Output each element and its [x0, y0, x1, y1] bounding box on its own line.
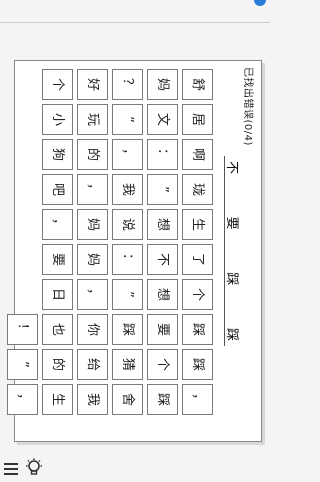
grid-cell[interactable]: 给	[77, 349, 108, 380]
grid-cell[interactable]: ”	[147, 174, 178, 205]
grid-cell[interactable]: ，	[112, 139, 143, 170]
grid-cell[interactable]: ，	[77, 279, 108, 310]
grid-cell[interactable]: 的	[77, 139, 108, 170]
character-grid: 舒居啊珑生了个踩踩，妈文：” 想不想要个踩？”，我说：” 踩猜舍好玩的，妈妈，你给我…	[7, 69, 213, 415]
grid-cell[interactable]: ，	[7, 384, 38, 415]
grid-cell[interactable]: 文	[147, 104, 178, 135]
grid-cell[interactable]: 踩	[182, 349, 213, 380]
lightbulb-icon[interactable]	[24, 458, 44, 478]
grid-cell[interactable]: 你	[77, 314, 108, 345]
grid-cell[interactable]: 踩	[182, 314, 213, 345]
puzzle-sheet: 已找出错误(0/4) 不 要 踩 踩 舒居啊珑生了个踩踩，妈文：” 想不想要个踩？…	[7, 60, 262, 442]
grid-cell[interactable]: ：	[147, 139, 178, 170]
grid-cell[interactable]: ？	[112, 69, 143, 100]
grid-cell[interactable]: 想	[147, 209, 178, 240]
target-phrase: 不 要 踩 踩	[224, 161, 243, 341]
grid-cell[interactable]: 的	[42, 349, 73, 380]
grid-cell[interactable]: ”	[112, 104, 143, 135]
grid-cell[interactable]: 小	[42, 104, 73, 135]
grid-cell[interactable]: ”	[112, 279, 143, 310]
target-underline	[224, 156, 225, 346]
grid-cell[interactable]: 妈	[77, 244, 108, 275]
notification-dot	[254, 0, 266, 6]
grid-cell[interactable]: 踩	[112, 314, 143, 345]
grid-cell[interactable]: 珑	[182, 174, 213, 205]
header-divider	[0, 22, 270, 23]
grid-cell[interactable]: 我	[112, 174, 143, 205]
grid-cell[interactable]: ，	[182, 384, 213, 415]
grid-cell[interactable]: 也	[42, 314, 73, 345]
grid-cell[interactable]: 生	[42, 384, 73, 415]
grid-cell[interactable]: 踩	[147, 384, 178, 415]
grid-cell[interactable]: 我	[77, 384, 108, 415]
grid-cell[interactable]: 要	[42, 244, 73, 275]
grid-cell[interactable]: ：	[112, 244, 143, 275]
menu-icon[interactable]	[4, 463, 18, 475]
grid-cell[interactable]: ”	[7, 349, 38, 380]
target-char: 要	[224, 216, 239, 230]
grid-cell[interactable]: 个	[182, 279, 213, 310]
grid-cell[interactable]: 吧	[42, 174, 73, 205]
grid-cell[interactable]: 妈	[147, 69, 178, 100]
found-errors-counter: 已找出错误(0/4)	[242, 67, 253, 146]
grid-cell[interactable]: 猜	[112, 349, 143, 380]
grid-cell[interactable]: 个	[42, 69, 73, 100]
grid-cell[interactable]: 日	[42, 279, 73, 310]
grid-cell[interactable]: 个	[147, 349, 178, 380]
grid-cell[interactable]: ，	[42, 209, 73, 240]
grid-cell[interactable]: 舍	[112, 384, 143, 415]
grid-cell[interactable]: 妈	[77, 209, 108, 240]
grid-cell[interactable]: 居	[182, 104, 213, 135]
grid-cell[interactable]: 狗	[42, 139, 73, 170]
target-char: 不	[224, 161, 239, 175]
grid-cell[interactable]: 要	[147, 314, 178, 345]
grid-cell[interactable]: ，	[77, 174, 108, 205]
grid-cell[interactable]: 舒	[182, 69, 213, 100]
grid-cell[interactable]: 玩	[77, 104, 108, 135]
grid-cell[interactable]: 生	[182, 209, 213, 240]
grid-cell[interactable]: 说	[112, 209, 143, 240]
rotated-sheet-content: 已找出错误(0/4) 不 要 踩 踩 舒居啊珑生了个踩踩，妈文：” 想不想要个踩？…	[7, 61, 261, 441]
grid-cell[interactable]: 想	[147, 279, 178, 310]
target-char: 踩	[224, 272, 239, 286]
grid-cell[interactable]: 不	[147, 244, 178, 275]
grid-cell[interactable]: ！	[7, 314, 38, 345]
target-char: 踩	[224, 327, 239, 341]
grid-cell[interactable]: 了	[182, 244, 213, 275]
grid-cell[interactable]: 好	[77, 69, 108, 100]
grid-cell[interactable]: 啊	[182, 139, 213, 170]
